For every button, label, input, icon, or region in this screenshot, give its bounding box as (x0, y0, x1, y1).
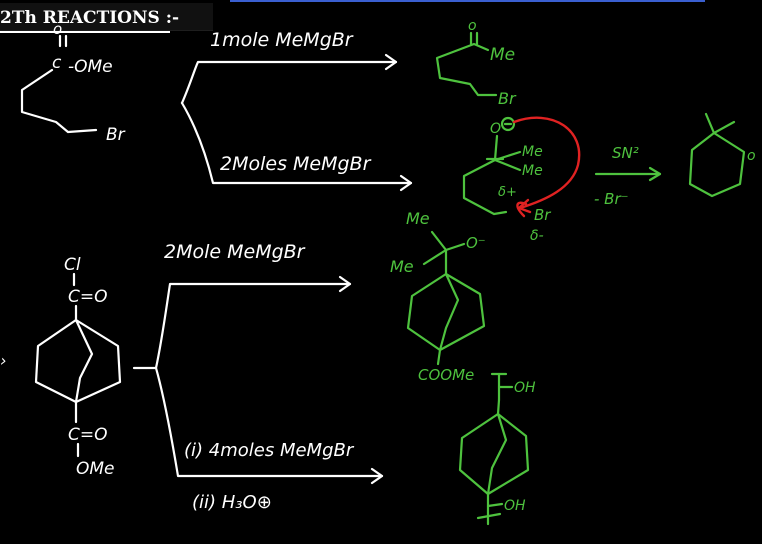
intermediate-br-label: Br (534, 206, 551, 224)
carbon-chain-1 (20, 68, 98, 134)
product-middle-bridge (438, 272, 460, 352)
alkoxide-o-label: O (490, 121, 501, 137)
product-oh2-label: OH (504, 498, 526, 514)
bicyclic-middle-bridge (74, 318, 94, 404)
product-bicyclic-diol: OH OH (458, 372, 536, 526)
diol-left-bridge (458, 412, 500, 496)
reagent-4moles-label: (i) 4moles MeMgBr (184, 440, 355, 461)
intermediate-chain (462, 134, 508, 216)
product-top-me2: Me (390, 257, 414, 276)
product-bicyclic-alkoxide: Me Me O⁻ COOMe (390, 209, 486, 384)
product-top-me1: Me (406, 209, 430, 228)
product-coome-label: COOMe (418, 366, 474, 384)
minus-br-label: - Br⁻ (594, 190, 629, 208)
whiteboard-canvas: o c -OMe Br 1mole MeMgBr 2Moles MeMgBr o… (0, 18, 756, 526)
alkoxide-me-bond-1 (430, 230, 448, 252)
acyl-chloride-co-label: C=O (68, 287, 108, 307)
sn2-label: SN² (612, 144, 639, 162)
reagent-1mole-label: 1mole MeMgBr (210, 29, 354, 51)
gem-methyl-1 (704, 112, 716, 135)
diol-middle-bridge (486, 412, 508, 496)
ester-oxygen-label: o (53, 20, 62, 38)
ester-ome-label-2: OMe (76, 459, 115, 479)
reactant-bromo-ester: o c -OMe Br (20, 20, 126, 145)
product-bromo-ketone: o Me Br (435, 18, 517, 108)
arrow-to-product-1 (180, 60, 398, 105)
acyl-chloride-cl-label: Cl (64, 255, 81, 275)
diol-bottom-oh-bond (486, 502, 504, 508)
cyclic-ether-product: o (688, 112, 756, 198)
alkoxide-me-bond-2 (422, 248, 448, 266)
product-oh1-label: OH (514, 380, 536, 396)
product-right-bridge (438, 272, 486, 352)
intermediate-me1-label: Me (522, 144, 543, 160)
reagent-2mole-label: 2Mole MeMgBr (164, 241, 306, 263)
methyl-bond-2 (493, 158, 522, 172)
gem-methyl-2 (712, 120, 736, 135)
bicyclic-left-bridge (34, 318, 78, 404)
ketone-chain (435, 42, 498, 97)
coome-bond (436, 348, 442, 366)
reagent-h3o-label: (ii) H₃O⊕ (192, 492, 272, 513)
delta-minus-label: δ- (530, 228, 544, 244)
diol-bridgehead-bond-top (496, 398, 501, 416)
diol-right-bridge (486, 412, 530, 496)
reactant-bicyclic: Cl C=O C=O OMe › (0, 255, 122, 479)
ester-ome-label: -OMe (68, 57, 113, 77)
product-top-o-label: O⁻ (466, 234, 486, 252)
reaction2-arrows: 2Mole MeMgBr (i) 4moles MeMgBr (ii) H₃O⊕ (132, 241, 384, 513)
edge-mark: › (0, 351, 6, 370)
reagent-2moles-label: 2Moles MeMgBr (220, 153, 372, 175)
product-left-bridge (406, 272, 448, 352)
ether-ring (688, 131, 746, 198)
ester-co-label: C=O (68, 425, 108, 445)
product1-br-label: Br (498, 89, 517, 108)
arrow-to-product-top (154, 282, 352, 370)
ether-oxygen-label: o (747, 148, 756, 164)
reaction1-arrows: 1mole MeMgBr 2Moles MeMgBr (180, 29, 413, 192)
delta-plus-label: δ+ (498, 185, 517, 200)
alkoxide-intermediate: O Me Me δ+ Br δ- (462, 116, 551, 244)
alkoxide-o-bond (444, 242, 466, 252)
sn2-step: SN² - Br⁻ (594, 144, 662, 208)
bromo-label-1: Br (106, 125, 126, 145)
intermediate-me2-label: Me (522, 163, 543, 179)
ester-carbon-label: c (52, 53, 62, 73)
ketone-oxygen-label: o (468, 18, 477, 34)
methyl-bond-1 (493, 150, 522, 162)
ketone-me-label: Me (490, 45, 515, 65)
